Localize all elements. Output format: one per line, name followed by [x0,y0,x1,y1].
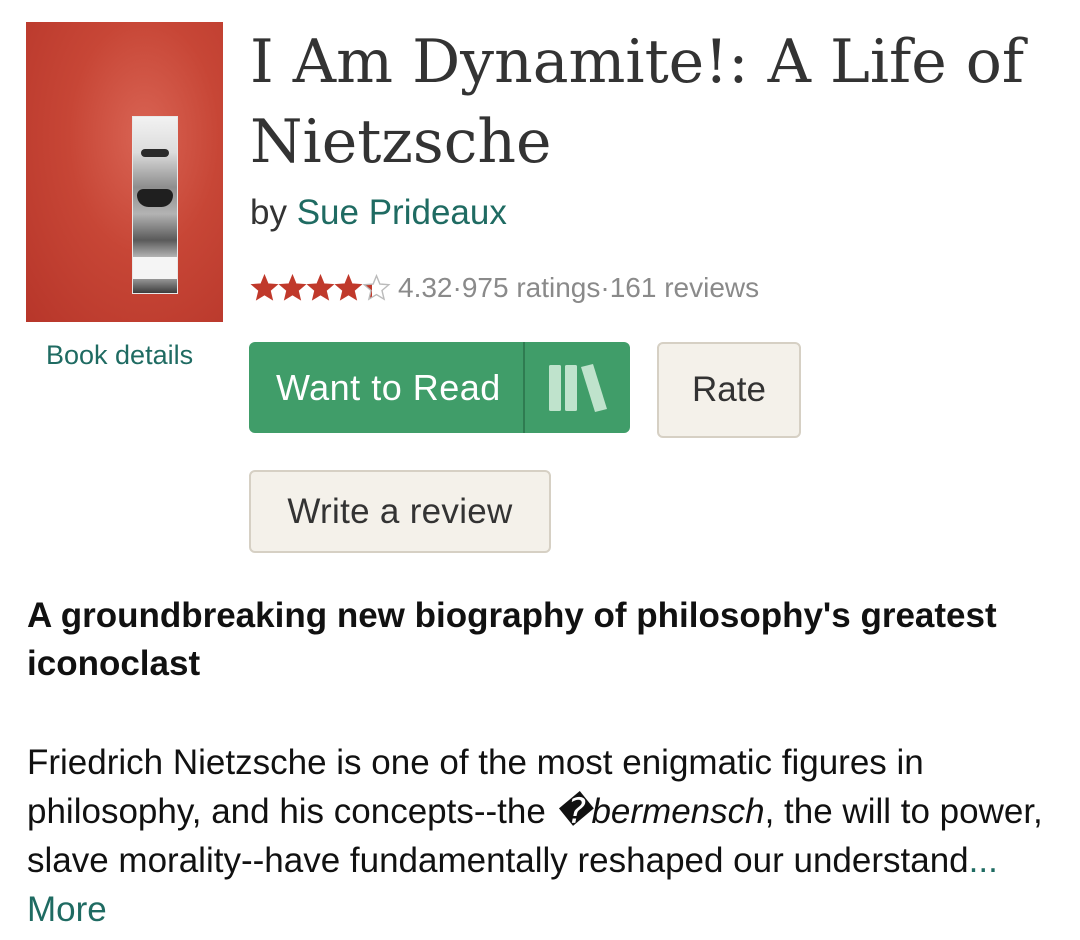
want-to-read-label: Want to Read [276,366,501,408]
description-headline: A groundbreaking new biography of philos… [27,596,997,683]
cover-portrait-collar [133,257,177,279]
rating-row: 4.32 · 975 ratings · 161 reviews [250,272,759,304]
cover-portrait-moustache [137,189,173,207]
byline-prefix: by [250,193,297,232]
average-rating: 4.32 [398,272,453,303]
rate-button[interactable]: Rate [657,342,801,438]
star-icon [278,274,307,301]
author-link[interactable]: Sue Prideaux [297,193,507,232]
star-rating [250,274,391,302]
book-details-link[interactable]: Book details [46,340,193,371]
cover-background [26,22,223,322]
cover-portrait-eyes [141,149,169,157]
star-icon [250,274,279,301]
rating-separator: · [600,272,610,303]
book-title: I Am Dynamite!: A Life of Nietzsche [250,27,1025,177]
star-icon [362,274,391,301]
cover-portrait-strip [132,116,178,294]
write-review-button[interactable]: Write a review [249,470,551,553]
book-page: Book details I Am Dynamite!: A Life of N… [0,0,1080,940]
star-icon [306,274,335,301]
book-cover-image[interactable] [26,22,223,322]
reviews-count[interactable]: 161 reviews [610,272,759,304]
rating-separator: · [452,272,462,303]
description-text: Friedrich Nietzsche is one of the most e… [27,738,1057,934]
bookshelf-icon-graphic [548,363,607,412]
description-italic-term: �bermensch [555,792,765,831]
want-to-read-button[interactable]: Want to Read [249,342,630,433]
bookshelf-icon[interactable] [525,342,630,433]
star-icon [334,274,363,301]
ratings-count[interactable]: 975 ratings [462,272,601,304]
byline: by Sue Prideaux [250,193,507,233]
